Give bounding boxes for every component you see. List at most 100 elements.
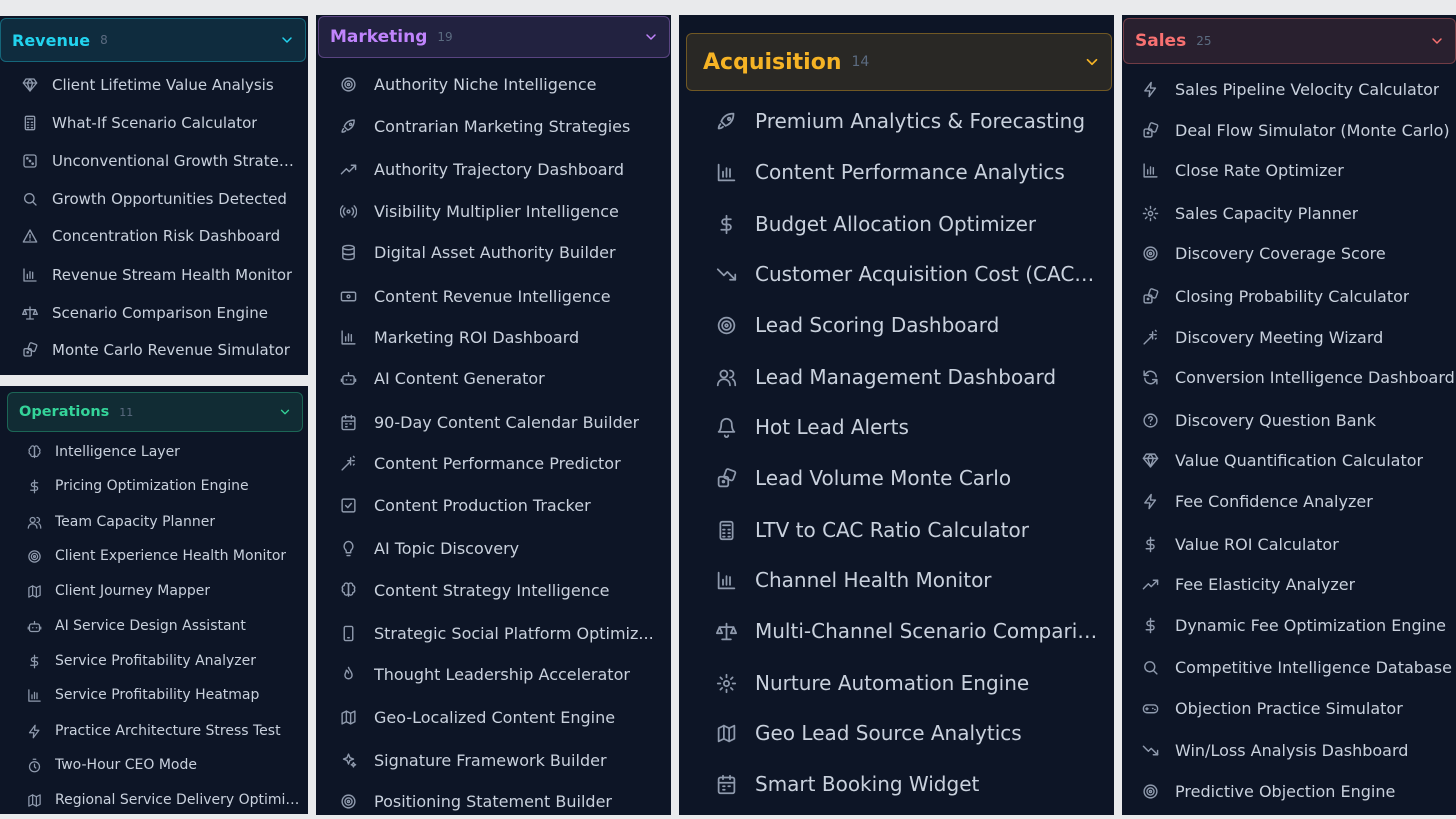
sales-menu-item[interactable]: Discovery Coverage Score [1142, 240, 1386, 266]
operations-menu-item[interactable]: Client Journey Mapper [27, 580, 210, 602]
acquisition-menu-item[interactable]: Channel Health Monitor [716, 564, 992, 596]
marketing-menu-item[interactable]: Visibility Multiplier Intelligence [340, 198, 619, 224]
cog-icon [1142, 205, 1175, 222]
chevron-down-icon[interactable] [643, 29, 659, 45]
marketing-menu-item[interactable]: Content Revenue Intelligence [340, 283, 611, 309]
marketing-menu-item[interactable]: Authority Niche Intelligence [340, 71, 597, 97]
chevron-down-icon[interactable] [278, 405, 292, 419]
sales-menu-item[interactable]: Deal Flow Simulator (Monte Carlo) [1142, 117, 1450, 143]
sales-menu-item[interactable]: Sales Pipeline Velocity Calculator [1142, 76, 1439, 102]
sales-menu-item[interactable]: Predictive Objection Engine [1142, 778, 1395, 804]
users-icon [716, 367, 755, 388]
target-icon [1142, 245, 1175, 262]
revenue-menu-item[interactable]: Unconventional Growth Strategies [22, 149, 302, 173]
timer-icon [27, 758, 55, 773]
acquisition-menu-item[interactable]: Hot Lead Alerts [716, 411, 909, 443]
sales-menu-item[interactable]: Close Rate Optimizer [1142, 157, 1344, 183]
operations-menu-item[interactable]: Service Profitability Analyzer [27, 650, 256, 672]
revenue-section-header[interactable]: Revenue 8 [0, 18, 306, 62]
marketing-menu-item[interactable]: 90-Day Content Calendar Builder [340, 409, 639, 435]
marketing-menu-item[interactable]: Signature Framework Builder [340, 747, 607, 773]
chevron-down-icon[interactable] [279, 32, 295, 48]
sales-menu-item[interactable]: Discovery Question Bank [1142, 407, 1376, 433]
acquisition-menu-item[interactable]: Customer Acquisition Cost (CAC) ... [716, 258, 1100, 290]
operations-menu-item[interactable]: AI Service Design Assistant [27, 615, 246, 637]
sales-menu-item[interactable]: Closing Probability Calculator [1142, 283, 1409, 309]
target-icon [340, 793, 374, 810]
revenue-menu-item[interactable]: Client Lifetime Value Analysis [22, 73, 274, 97]
operations-menu-item[interactable]: Intelligence Layer [27, 441, 180, 463]
acquisition-menu-item[interactable]: Content Performance Analytics [716, 156, 1065, 188]
target-icon [1142, 783, 1175, 800]
marketing-menu-item[interactable]: AI Content Generator [340, 365, 545, 391]
sales-menu-item[interactable]: Fee Elasticity Analyzer [1142, 571, 1355, 597]
acquisition-menu-item[interactable]: LTV to CAC Ratio Calculator [716, 514, 1029, 546]
sales-menu-item[interactable]: Value ROI Calculator [1142, 531, 1339, 557]
acquisition-menu-item[interactable]: Smart Booking Widget [716, 768, 979, 800]
rocket-icon [716, 111, 755, 132]
acquisition-menu-item[interactable]: Nurture Automation Engine [716, 667, 1029, 699]
marketing-menu-item[interactable]: AI Topic Discovery [340, 535, 519, 561]
acquisition-menu-item[interactable]: Lead Management Dashboard [716, 361, 1056, 393]
marketing-menu-item[interactable]: Content Strategy Intelligence [340, 577, 609, 603]
sales-menu-item[interactable]: Value Quantification Calculator [1142, 447, 1423, 473]
operations-menu-item[interactable]: Client Experience Health Monitor [27, 545, 286, 567]
acquisition-menu-item[interactable]: Multi-Channel Scenario Comparis... [716, 615, 1100, 647]
marketing-menu-item[interactable]: Geo-Localized Content Engine [340, 704, 615, 730]
marketing-menu-item[interactable]: Digital Asset Authority Builder [340, 239, 616, 265]
marketing-menu-item[interactable]: Content Production Tracker [340, 492, 591, 518]
operations-menu-item-label: Client Journey Mapper [55, 583, 211, 599]
operations-menu-item[interactable]: Pricing Optimization Engine [27, 475, 249, 497]
chevron-down-icon[interactable] [1429, 33, 1445, 49]
calendar-icon [716, 774, 755, 795]
operations-menu-item[interactable]: Practice Architecture Stress Test [27, 720, 281, 742]
marketing-menu-item[interactable]: Strategic Social Platform Optimiz... [340, 620, 654, 646]
operations-menu-item[interactable]: Service Profitability Heatmap [27, 684, 259, 706]
revenue-menu-item[interactable]: Concentration Risk Dashboard [22, 224, 280, 248]
dollar-icon [1142, 536, 1175, 553]
chevron-down-icon[interactable] [1083, 53, 1101, 71]
operations-section-header[interactable]: Operations 11 [7, 392, 303, 432]
marketing-menu-item[interactable]: Content Performance Predictor [340, 450, 621, 476]
marketing-menu-item[interactable]: Positioning Statement Builder [340, 788, 612, 814]
acquisition-menu-item[interactable]: Budget Allocation Optimizer [716, 208, 1036, 240]
marketing-section-header[interactable]: Marketing 19 [318, 16, 670, 58]
revenue-menu-item[interactable]: Monte Carlo Revenue Simulator [22, 338, 290, 362]
sales-menu-item[interactable]: Win/Loss Analysis Dashboard [1142, 737, 1408, 763]
marketing-menu-item[interactable]: Thought Leadership Accelerator [340, 661, 630, 687]
sales-menu-item[interactable]: Dynamic Fee Optimization Engine [1142, 612, 1446, 638]
sales-menu-item[interactable]: Sales Capacity Planner [1142, 200, 1358, 226]
marketing-menu-item[interactable]: Contrarian Marketing Strategies [340, 113, 630, 139]
revenue-menu-item[interactable]: Revenue Stream Health Monitor [22, 263, 292, 287]
scale-icon [22, 305, 52, 321]
operations-menu-item[interactable]: Two-Hour CEO Mode [27, 754, 197, 776]
sales-menu-item[interactable]: Fee Confidence Analyzer [1142, 488, 1373, 514]
acquisition-menu-item[interactable]: Lead Volume Monte Carlo [716, 462, 1011, 494]
gem-icon [1142, 452, 1175, 469]
sparkles-icon [340, 752, 374, 769]
sales-menu-item[interactable]: Objection Practice Simulator [1142, 695, 1403, 721]
database-icon [340, 244, 374, 261]
brain-icon [340, 581, 374, 599]
sales-section-title: Sales [1135, 31, 1187, 51]
marketing-menu-item[interactable]: Marketing ROI Dashboard [340, 324, 579, 350]
revenue-menu-item[interactable]: What-If Scenario Calculator [22, 111, 257, 135]
operations-menu-item[interactable]: Team Capacity Planner [27, 511, 215, 533]
acquisition-menu-item[interactable]: Geo Lead Source Analytics [716, 717, 1022, 749]
acquisition-section-header[interactable]: Acquisition 14 [686, 33, 1112, 91]
lightbulb-icon [340, 540, 374, 557]
sales-menu-item[interactable]: Conversion Intelligence Dashboard [1142, 364, 1455, 390]
sales-menu-item[interactable]: Discovery Meeting Wizard [1142, 324, 1383, 350]
operations-menu-item-label: Service Profitability Analyzer [55, 653, 256, 669]
sales-section-header[interactable]: Sales 25 [1123, 18, 1456, 64]
revenue-menu-item[interactable]: Growth Opportunities Detected [22, 187, 287, 211]
marketing-menu-item[interactable]: Authority Trajectory Dashboard [340, 156, 624, 182]
sales-menu-item[interactable]: Competitive Intelligence Database [1142, 654, 1452, 680]
operations-menu-item[interactable]: Regional Service Delivery Optimizer [27, 789, 300, 811]
wand-icon [1142, 329, 1175, 346]
revenue-menu-item[interactable]: Scenario Comparison Engine [22, 301, 268, 325]
marketing-menu-item-label: Content Production Tracker [374, 495, 591, 515]
acquisition-menu-item[interactable]: Premium Analytics & Forecasting [716, 105, 1085, 137]
bar-chart-icon [716, 162, 755, 183]
acquisition-menu-item[interactable]: Lead Scoring Dashboard [716, 309, 999, 341]
